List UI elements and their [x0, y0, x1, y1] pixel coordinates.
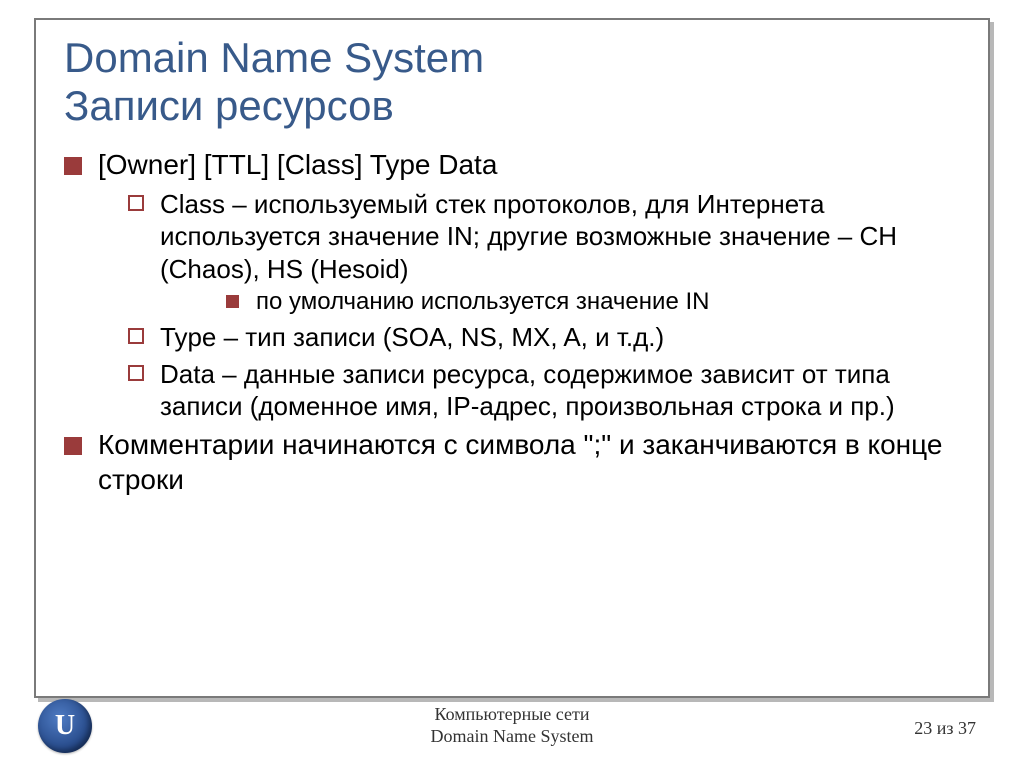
- slide-body: [Owner] [TTL] [Class] Type Data Class – …: [64, 147, 960, 497]
- bullet-text: Комментарии начинаются с символа ";" и з…: [98, 429, 942, 495]
- slide-title: Domain Name System Записи ресурсов: [64, 34, 960, 131]
- bullet-text: [Owner] [TTL] [Class] Type Data: [98, 149, 497, 180]
- bullet-list-level1: [Owner] [TTL] [Class] Type Data Class – …: [64, 147, 960, 497]
- title-line-1: Domain Name System: [64, 34, 484, 81]
- title-line-2: Записи ресурсов: [64, 82, 394, 129]
- slide-footer: U Компьютерные сети Domain Name System 2…: [0, 695, 1024, 757]
- footer-line-1: Компьютерные сети: [0, 704, 1024, 726]
- footer-center: Компьютерные сети Domain Name System: [0, 704, 1024, 747]
- bullet-l2-item: Class – используемый стек протоколов, дл…: [98, 188, 960, 318]
- bullet-list-level3: по умолчанию используется значение IN: [160, 287, 960, 317]
- bullet-text: Class – используемый стек протоколов, дл…: [160, 189, 897, 284]
- bullet-l3-item: по умолчанию используется значение IN: [160, 287, 960, 317]
- bullet-list-level2: Class – используемый стек протоколов, дл…: [98, 188, 960, 423]
- bullet-l2-item: Data – данные записи ресурса, содержимое…: [98, 358, 960, 423]
- bullet-text: Data – данные записи ресурса, содержимое…: [160, 359, 895, 422]
- bullet-l1-item: [Owner] [TTL] [Class] Type Data Class – …: [64, 147, 960, 423]
- bullet-l2-item: Type – тип записи (SOA, NS, MX, A, и т.д…: [98, 321, 960, 354]
- content-frame: Domain Name System Записи ресурсов [Owne…: [34, 18, 990, 698]
- footer-line-2: Domain Name System: [0, 726, 1024, 748]
- slide: Domain Name System Записи ресурсов [Owne…: [0, 0, 1024, 767]
- bullet-text: по умолчанию используется значение IN: [256, 288, 709, 315]
- page-number: 23 из 37: [914, 718, 976, 739]
- bullet-text: Type – тип записи (SOA, NS, MX, A, и т.д…: [160, 322, 664, 352]
- bullet-l1-item: Комментарии начинаются с символа ";" и з…: [64, 427, 960, 497]
